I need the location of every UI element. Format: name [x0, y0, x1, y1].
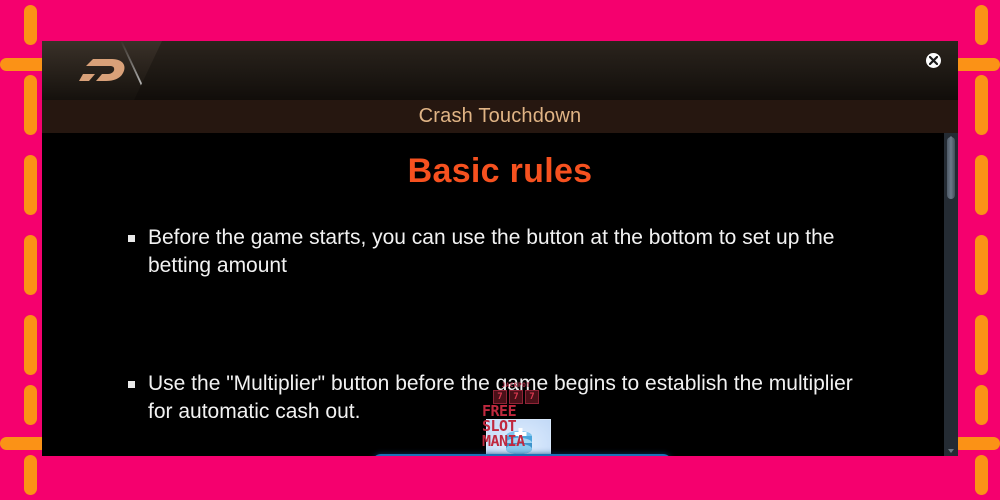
- decorative-frame: Crash Touchdown Basic rules Before the g…: [0, 0, 1000, 500]
- game-name-bar: Crash Touchdown: [42, 100, 958, 133]
- rule-text: Use the "Multiplier" button before the g…: [148, 371, 853, 423]
- rules-content: Basic rules Before the game starts, you …: [42, 133, 958, 456]
- coin-stack-plus-icon: [506, 428, 532, 455]
- frame-dash: [24, 315, 37, 375]
- game-name-label: Crash Touchdown: [418, 105, 582, 127]
- page-title: Basic rules: [407, 152, 593, 190]
- auto-cash-out-control[interactable]: Auto Cash Out 2.00x: [372, 454, 672, 456]
- frame-dash: [24, 75, 37, 135]
- scrollbar-thumb[interactable]: [947, 137, 955, 199]
- frame-dash: [24, 455, 37, 495]
- frame-dash: [0, 58, 48, 71]
- frame-dash: [953, 58, 1000, 71]
- frame-dash: [975, 235, 988, 295]
- rule-item: Before the game starts, you can use the …: [128, 224, 858, 280]
- logo-plate: [42, 41, 162, 100]
- bullet-icon: [128, 235, 135, 242]
- frame-dash: [975, 5, 988, 45]
- frame-dash: [24, 385, 37, 425]
- frame-dash: [975, 455, 988, 495]
- frame-dash: [0, 437, 48, 450]
- brand-d-logo-icon: [79, 59, 125, 81]
- content-scrollbar[interactable]: [944, 133, 958, 456]
- frame-dash: [24, 5, 37, 45]
- frame-dash: [953, 437, 1000, 450]
- rule-text: Before the game starts, you can use the …: [148, 226, 835, 277]
- frame-dash: [975, 315, 988, 375]
- frame-dash: [975, 385, 988, 425]
- close-icon: [929, 56, 938, 65]
- scroll-down-arrow[interactable]: [944, 446, 958, 456]
- frame-dash: [24, 155, 37, 215]
- rule-item: Use the "Multiplier" button before the g…: [128, 370, 858, 426]
- chevron-down-icon: [948, 449, 954, 453]
- bet-amount-button-illustration: [486, 419, 551, 456]
- frame-dash: [975, 75, 988, 135]
- game-info-window: Crash Touchdown Basic rules Before the g…: [42, 41, 958, 456]
- bullet-icon: [128, 380, 135, 388]
- frame-dash: [975, 155, 988, 215]
- close-button[interactable]: [926, 53, 941, 68]
- window-topbar: [42, 41, 958, 100]
- frame-dash: [24, 235, 37, 295]
